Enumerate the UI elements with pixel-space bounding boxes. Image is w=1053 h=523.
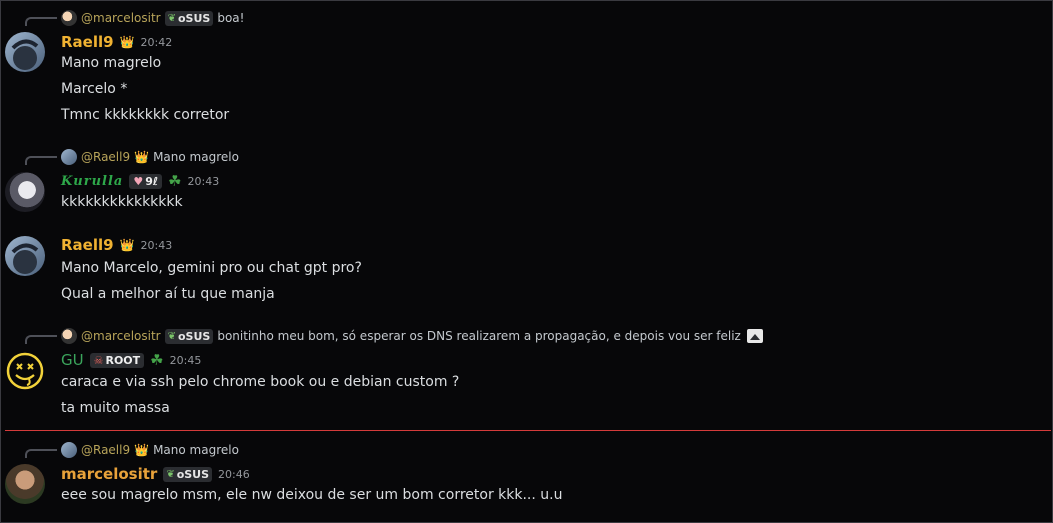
author-name[interactable]: GU: [61, 351, 84, 369]
message-header: marcelositr ❦ oSUS 20:46: [61, 464, 250, 484]
reply-text: bonitinho meu bom, só esperar os DNS rea…: [217, 329, 741, 343]
new-messages-divider: [5, 430, 1051, 431]
avatar[interactable]: [5, 32, 45, 72]
crown-icon: 👑: [134, 443, 150, 457]
timestamp: 20:45: [169, 353, 202, 367]
tag-label: oSUS: [177, 329, 211, 343]
message-line: kkkkkkkkkkkkkkk: [61, 194, 183, 210]
smiley-icon: [6, 352, 44, 390]
leaf-icon: ❦: [166, 468, 175, 480]
message-line: Tmnc kkkkkkkk corretor: [61, 107, 230, 123]
leaf-icon: ❦: [167, 12, 176, 24]
message-line: Qual a melhor aí tu que manja: [61, 286, 275, 302]
message-header: GU ☠ ROOT ☘ 20:45: [61, 350, 201, 370]
reply-author[interactable]: @marcelositr: [81, 329, 161, 343]
clover-icon: ☘: [150, 351, 164, 369]
reply-avatar: [61, 10, 77, 26]
avatar[interactable]: [5, 351, 45, 391]
reply-connector: [25, 449, 57, 458]
reply-text: Mano magrelo: [153, 150, 239, 164]
leaf-icon: ❦: [167, 330, 176, 342]
badge-label: 9ℓ: [145, 174, 159, 188]
tag-label: oSUS: [176, 467, 210, 481]
server-tag: ❦ oSUS: [164, 10, 214, 26]
badge-label: ROOT: [105, 353, 141, 367]
timestamp: 20:43: [187, 174, 220, 188]
author-name[interactable]: Raell9: [61, 236, 114, 254]
message-header: Raell9 👑 20:43: [61, 235, 172, 255]
tag-label: oSUS: [177, 11, 211, 25]
message-line: eee sou magrelo msm, ele nw deixou de se…: [61, 487, 563, 503]
author-name[interactable]: marcelositr: [61, 465, 157, 483]
reply-avatar: [61, 442, 77, 458]
clover-icon: ☘: [168, 172, 182, 190]
heart-icon: ♥: [133, 174, 144, 188]
reply-connector: [25, 156, 57, 165]
message-line: Marcelo *: [61, 81, 128, 97]
avatar-image: [11, 39, 39, 70]
crown-icon: 👑: [119, 35, 135, 49]
avatar[interactable]: [5, 464, 45, 504]
avatar[interactable]: [5, 236, 45, 276]
reply-connector: [25, 335, 57, 344]
timestamp: 20:46: [218, 467, 250, 481]
message-line: ta muito massa: [61, 400, 170, 416]
reply-preview[interactable]: @marcelositr ❦ oSUS bonitinho meu bom, só…: [61, 327, 763, 345]
reply-text: boa!: [217, 11, 245, 25]
avatar-image: [11, 243, 39, 274]
author-name[interactable]: 𝑲𝒖𝒓𝒖𝒍𝒍𝒂: [61, 174, 123, 189]
avatar[interactable]: [5, 172, 45, 212]
skull-icon: ☠: [93, 353, 104, 367]
crown-icon: 👑: [119, 238, 135, 252]
reply-author[interactable]: @Raell9: [81, 150, 130, 164]
reply-text: Mano magrelo: [153, 443, 239, 457]
role-badge: ♥ 9ℓ: [129, 173, 163, 189]
reply-preview[interactable]: @Raell9 👑 Mano magrelo: [61, 148, 239, 166]
reply-author[interactable]: @marcelositr: [81, 11, 161, 25]
message-header: 𝑲𝒖𝒓𝒖𝒍𝒍𝒂 ♥ 9ℓ ☘ 20:43: [61, 171, 219, 191]
reply-preview[interactable]: @Raell9 👑 Mano magrelo: [61, 441, 239, 459]
reply-avatar: [61, 328, 77, 344]
message-line: Mano magrelo: [61, 55, 162, 71]
timestamp: 20:43: [140, 238, 173, 252]
message-line: caraca e via ssh pelo chrome book ou e d…: [61, 374, 460, 390]
reply-avatar: [61, 149, 77, 165]
image-attachment-icon: [746, 329, 763, 343]
timestamp: 20:42: [140, 35, 173, 49]
role-badge: ☠ ROOT: [89, 352, 145, 368]
reply-connector: [25, 17, 57, 26]
message-header: Raell9 👑 20:42: [61, 32, 172, 52]
author-name[interactable]: Raell9: [61, 33, 114, 51]
reply-author[interactable]: @Raell9: [81, 443, 130, 457]
server-tag: ❦ oSUS: [164, 328, 214, 344]
server-tag: ❦ oSUS: [163, 466, 213, 482]
crown-icon: 👑: [134, 150, 150, 164]
message-line: Mano Marcelo, gemini pro ou chat gpt pro…: [61, 260, 362, 276]
reply-preview[interactable]: @marcelositr ❦ oSUS boa!: [61, 9, 244, 27]
